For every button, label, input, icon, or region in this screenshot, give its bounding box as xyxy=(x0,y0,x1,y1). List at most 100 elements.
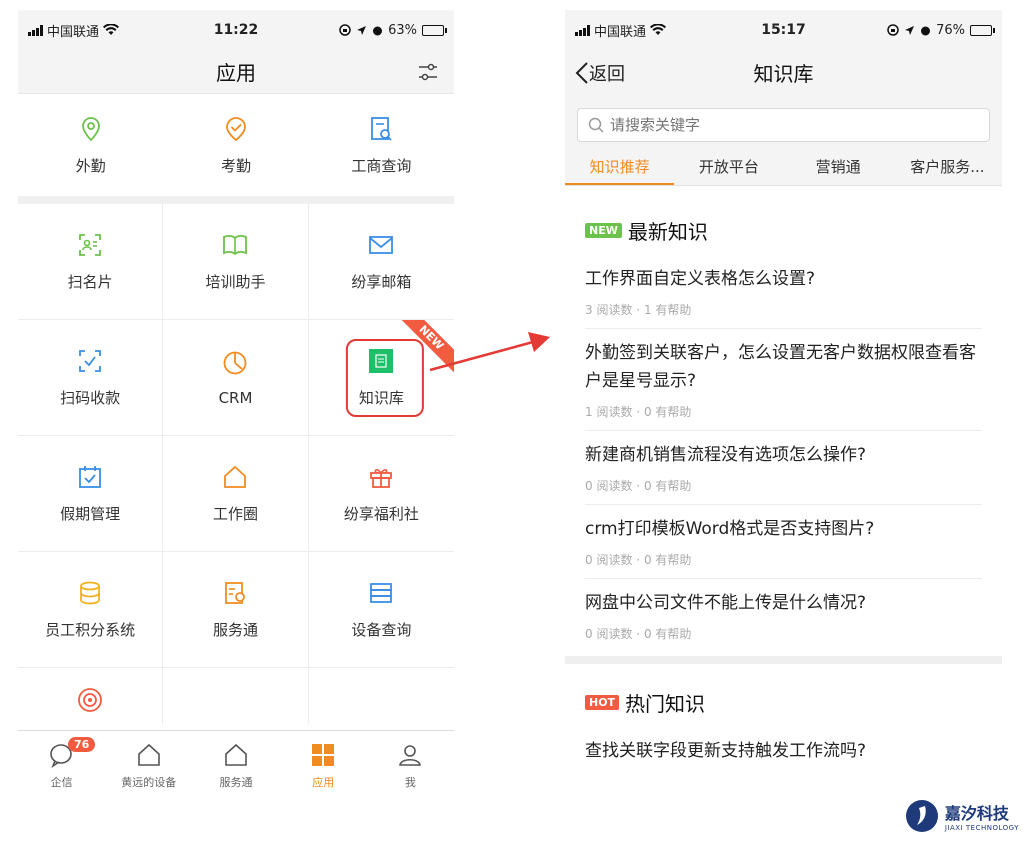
app-label: CRM xyxy=(218,388,253,407)
carrier-name: 中国联通 xyxy=(594,24,647,40)
broadcast-icon xyxy=(78,687,103,712)
page-title: 知识库 xyxy=(753,61,814,86)
coins-icon xyxy=(80,581,101,605)
nav-bar: 应用 xyxy=(18,50,454,94)
tab-marketing[interactable]: 营销通 xyxy=(784,150,893,185)
item-meta: 0 阅读数 · 0 有帮助 xyxy=(585,553,692,567)
jiaxi-logo-icon xyxy=(905,800,938,832)
app-business-query[interactable]: 工商查询 xyxy=(309,94,454,196)
tab-label: 应用 xyxy=(312,775,335,789)
app-scan-pay[interactable]: 扫码收款 xyxy=(18,320,164,436)
app-service[interactable]: 服务通 xyxy=(163,552,309,668)
hot-tag: HOT xyxy=(585,695,620,710)
gift-icon xyxy=(370,469,393,488)
question-text: 网盘中公司文件不能上传是什么情况? xyxy=(585,593,867,613)
app-label: 纷享福利社 xyxy=(343,505,419,523)
question-text: 查找关联字段更新支持触发工作流吗? xyxy=(585,741,867,761)
search-box[interactable] xyxy=(577,108,990,142)
back-button[interactable]: 返回 xyxy=(575,60,625,86)
app-scan-card[interactable]: 扫名片 xyxy=(18,204,164,320)
item-meta: 0 阅读数 · 0 有帮助 xyxy=(585,479,692,493)
list-item[interactable]: crm打印模板Word格式是否支持图片? 0 阅读数 · 0 有帮助 xyxy=(585,505,982,579)
top-app-row: 外勤 考勤 工商查询 xyxy=(18,94,454,204)
tab-qixin[interactable]: 76 企信 xyxy=(18,731,105,800)
app-label: 纷享邮箱 xyxy=(351,273,412,291)
app-points[interactable]: 员工积分系统 xyxy=(18,552,164,668)
alarm-icon xyxy=(921,26,931,35)
tab-me[interactable]: 我 xyxy=(367,731,454,800)
app-broadcast[interactable] xyxy=(18,668,164,724)
app-label: 设备查询 xyxy=(351,621,412,639)
list-item[interactable]: 工作界面自定义表格怎么设置? 3 阅读数 · 1 有帮助 xyxy=(585,255,982,329)
app-training[interactable]: 培训助手 xyxy=(163,204,309,320)
item-meta: 1 阅读数 · 0 有帮助 xyxy=(585,405,692,419)
item-meta: 0 阅读数 · 0 有帮助 xyxy=(585,627,692,641)
app-label: 服务通 xyxy=(212,621,258,639)
app-work-circle[interactable]: 工作圈 xyxy=(163,436,309,552)
location-arrow-icon xyxy=(357,25,367,35)
app-waiqin[interactable]: 外勤 xyxy=(18,94,163,196)
tab-open-platform[interactable]: 开放平台 xyxy=(674,150,783,185)
home-icon xyxy=(224,465,247,488)
hot-knowledge-section: HOT 热门知识 查找关联字段更新支持触发工作流吗? xyxy=(565,664,1002,775)
tab-service[interactable]: 服务通 xyxy=(192,731,279,800)
tab-customer-service[interactable]: 客户服务... xyxy=(893,150,1002,185)
search-input[interactable] xyxy=(610,116,979,134)
app-crm[interactable]: CRM xyxy=(163,320,309,436)
nav-bar: 返回 知识库 xyxy=(565,50,1002,94)
book-icon xyxy=(223,235,248,256)
lock-rotation-icon xyxy=(339,24,351,36)
app-label: 员工积分系统 xyxy=(45,621,136,639)
list-item[interactable]: 外勤签到关联客户，怎么设置无客户数据权限查看客户是星号显示? 1 阅读数 · 0… xyxy=(585,329,982,431)
service-icon xyxy=(225,582,246,604)
mail-icon xyxy=(369,236,394,254)
app-welfare[interactable]: 纷享福利社 xyxy=(308,436,454,552)
status-bar: 中国联通 15:17 76% xyxy=(565,10,1002,50)
location-arrow-icon xyxy=(905,25,915,35)
home-icon xyxy=(137,743,160,766)
app-vacation[interactable]: 假期管理 xyxy=(18,436,164,552)
filter-settings-icon[interactable] xyxy=(416,60,440,84)
right-phone-screen: 中国联通 15:17 76% 返回 知识库 知识推荐 开放平台 营销通 客户服务… xyxy=(565,10,1002,800)
app-grid-scroll[interactable]: 扫名片 培训助手 纷享邮箱 扫码收款 CRM NEW 知识库 假期管理 工作圈 … xyxy=(18,204,454,724)
item-meta: 3 阅读数 · 1 有帮助 xyxy=(585,303,692,317)
section-title: 最新知识 xyxy=(627,220,708,244)
list-item[interactable]: 新建商机销售流程没有选项怎么操作? 0 阅读数 · 0 有帮助 xyxy=(585,431,982,505)
latest-knowledge-section: NEW 最新知识 工作界面自定义表格怎么设置? 3 阅读数 · 1 有帮助 外勤… xyxy=(565,186,1002,652)
tab-my-devices[interactable]: 黄远的设备 xyxy=(105,731,192,800)
question-text: 新建商机销售流程没有选项怎么操作? xyxy=(585,445,867,465)
section-title: 热门知识 xyxy=(625,692,706,716)
search-area xyxy=(565,94,1002,150)
list-item[interactable]: 查找关联字段更新支持触发工作流吗? xyxy=(585,727,982,775)
pointer-arrow xyxy=(429,332,550,372)
logo-text-cn: 嘉汐科技 xyxy=(944,804,1009,823)
question-text: 工作界面自定义表格怎么设置? xyxy=(585,269,816,289)
signal-icon xyxy=(575,24,590,36)
wifi-icon xyxy=(103,24,120,35)
section-header: HOT 热门知识 xyxy=(585,664,982,727)
battery-percent: 63% xyxy=(388,22,417,38)
tab-recommended[interactable]: 知识推荐 xyxy=(565,150,675,185)
battery-percent: 76% xyxy=(936,22,965,38)
question-text: 外勤签到关联客户，怎么设置无客户数据权限查看客户是星号显示? xyxy=(585,343,976,391)
app-label: 扫码收款 xyxy=(60,389,121,407)
doc-search-icon xyxy=(371,116,392,141)
calendar-icon xyxy=(79,466,102,488)
clock-chart-icon xyxy=(224,351,247,374)
tab-label: 我 xyxy=(404,775,416,789)
section-divider xyxy=(565,656,1002,664)
empty-cell xyxy=(163,668,309,724)
chevron-left-icon xyxy=(575,62,588,84)
tab-apps[interactable]: 应用 xyxy=(280,731,367,800)
section-header: NEW 最新知识 xyxy=(585,186,982,255)
tab-label: 企信 xyxy=(50,775,73,789)
app-label: 培训助手 xyxy=(205,273,266,291)
app-kaoqin[interactable]: 考勤 xyxy=(163,94,308,196)
app-label: 工商查询 xyxy=(351,156,412,175)
carrier-name: 中国联通 xyxy=(47,24,100,40)
app-device-query[interactable]: 设备查询 xyxy=(308,552,454,668)
location-icon xyxy=(81,116,100,141)
list-item[interactable]: 网盘中公司文件不能上传是什么情况? 0 阅读数 · 0 有帮助 xyxy=(585,579,982,652)
app-mail[interactable]: 纷享邮箱 xyxy=(308,204,454,320)
home-icon xyxy=(225,743,247,766)
